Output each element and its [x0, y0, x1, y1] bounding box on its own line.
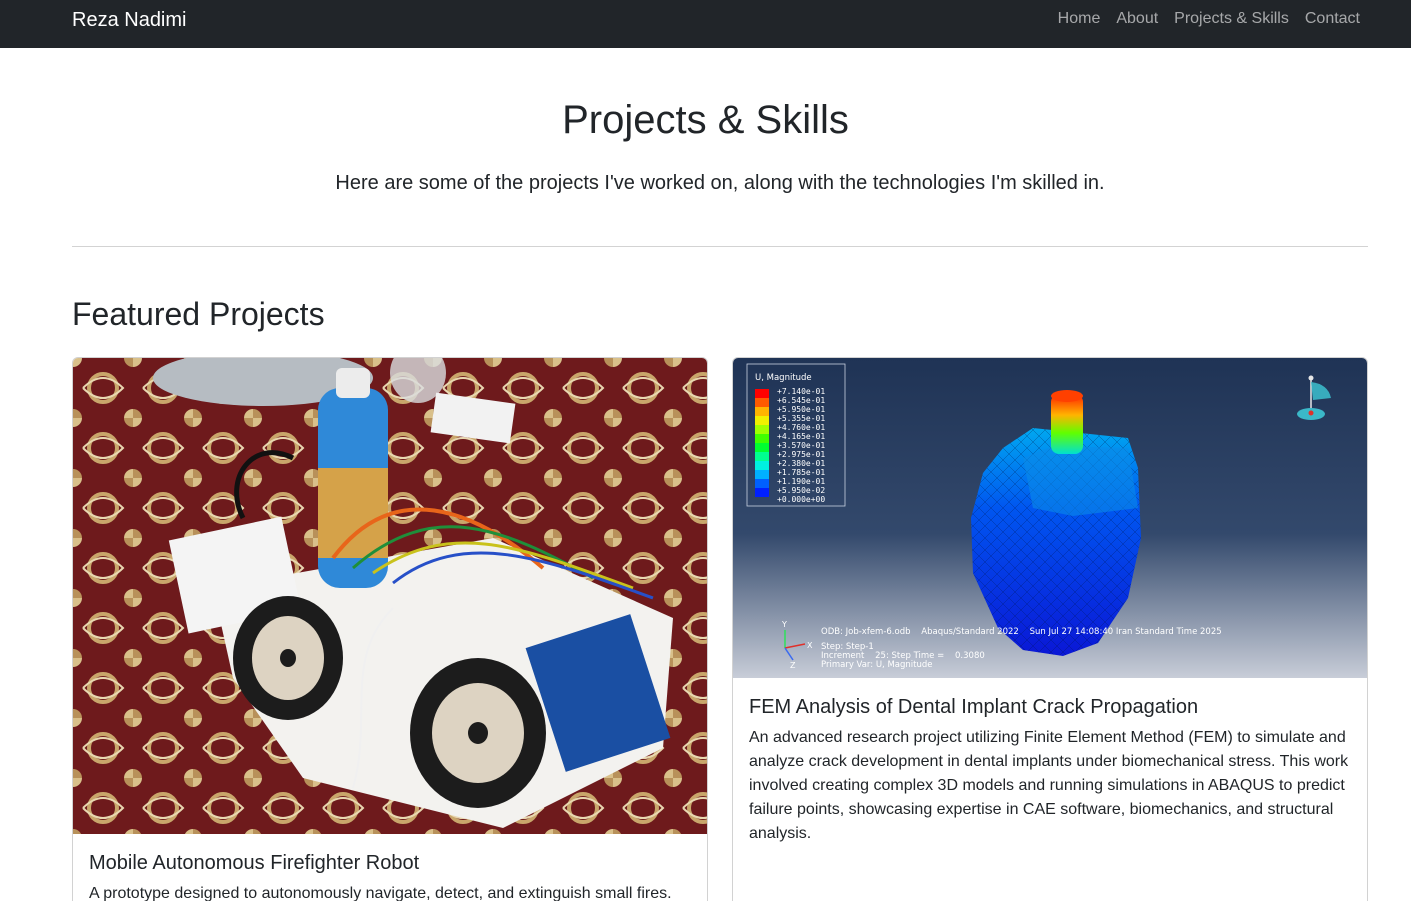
legend-value: +4.760e-01: [777, 423, 825, 432]
nav-link-about[interactable]: About: [1116, 9, 1158, 29]
legend-value: +5.950e-02: [777, 486, 825, 495]
axis-z-label: Z: [790, 661, 796, 670]
legend-title: U, Magnitude: [755, 373, 812, 383]
nav-link-contact[interactable]: Contact: [1305, 9, 1360, 29]
legend-swatch: [755, 461, 769, 470]
legend-swatch: [755, 416, 769, 425]
fem-info-line: ODB: Job-xfem-6.odb Abaqus/Standard 2022…: [821, 627, 1222, 637]
legend-value: +2.975e-01: [777, 450, 825, 459]
legend-swatch: [755, 470, 769, 479]
legend-value: +2.380e-01: [777, 459, 825, 468]
fem-legend: U, Magnitude+7.140e-01+6.545e-01+5.950e-…: [755, 373, 825, 504]
card-text: A prototype designed to autonomously nav…: [89, 885, 672, 901]
legend-value: +5.950e-01: [777, 405, 825, 414]
legend-value: +5.355e-01: [777, 414, 825, 423]
project-card-fem: U, Magnitude +7.140e-01 +6.545e-01 +5.950e-…: [732, 357, 1368, 901]
card-title: FEM Analysis of Dental Implant Crack Pro…: [749, 696, 1199, 718]
robot-photo: [73, 358, 707, 834]
featured-projects-title: Featured Projects: [72, 296, 325, 332]
project-card-robot: Mobile Autonomous Firefighter Robot A pr…: [72, 357, 708, 901]
legend-swatch: [755, 443, 769, 452]
legend-swatch: [755, 425, 769, 434]
card-title: Mobile Autonomous Firefighter Robot: [89, 852, 420, 874]
nav-links: Home About Projects & Skills Contact: [1058, 9, 1360, 29]
top-navbar: Reza Nadimi Home About Projects & Skills…: [0, 0, 1411, 48]
legend-value: +1.785e-01: [777, 468, 825, 477]
legend-value: +1.190e-01: [777, 477, 825, 486]
legend-swatch: [755, 479, 769, 488]
legend-swatch: [755, 434, 769, 443]
fem-simulation-image: U, Magnitude+7.140e-01+6.545e-01+5.950e-…: [733, 358, 1367, 678]
axis-y-label: Y: [781, 620, 787, 629]
page-title: Projects & Skills: [562, 98, 849, 142]
legend-value: +3.570e-01: [777, 441, 825, 450]
card-body: FEM Analysis of Dental Implant Crack Pro…: [749, 694, 1351, 846]
legend-swatch: [755, 398, 769, 407]
page-lead: Here are some of the projects I've worke…: [335, 172, 1105, 194]
section-divider: [72, 246, 1368, 247]
fem-var-line: Primary Var: U, Magnitude: [821, 660, 932, 670]
legend-value: +6.545e-01: [777, 396, 825, 405]
legend-value: +7.140e-01: [777, 387, 825, 396]
axis-x-label: X: [807, 641, 813, 650]
legend-swatch: [755, 389, 769, 398]
card-body: Mobile Autonomous Firefighter Robot A pr…: [89, 850, 691, 901]
legend-swatch: [755, 452, 769, 461]
card-text: An advanced research project utilizing F…: [749, 729, 1349, 842]
nav-link-projects-skills[interactable]: Projects & Skills: [1174, 9, 1289, 29]
nav-link-home[interactable]: Home: [1058, 9, 1101, 29]
legend-swatch: [755, 407, 769, 416]
legend-value: +0.000e+00: [777, 495, 825, 504]
brand-link[interactable]: Reza Nadimi: [72, 9, 186, 31]
legend-swatch: [755, 488, 769, 497]
legend-value: +4.165e-01: [777, 432, 825, 441]
